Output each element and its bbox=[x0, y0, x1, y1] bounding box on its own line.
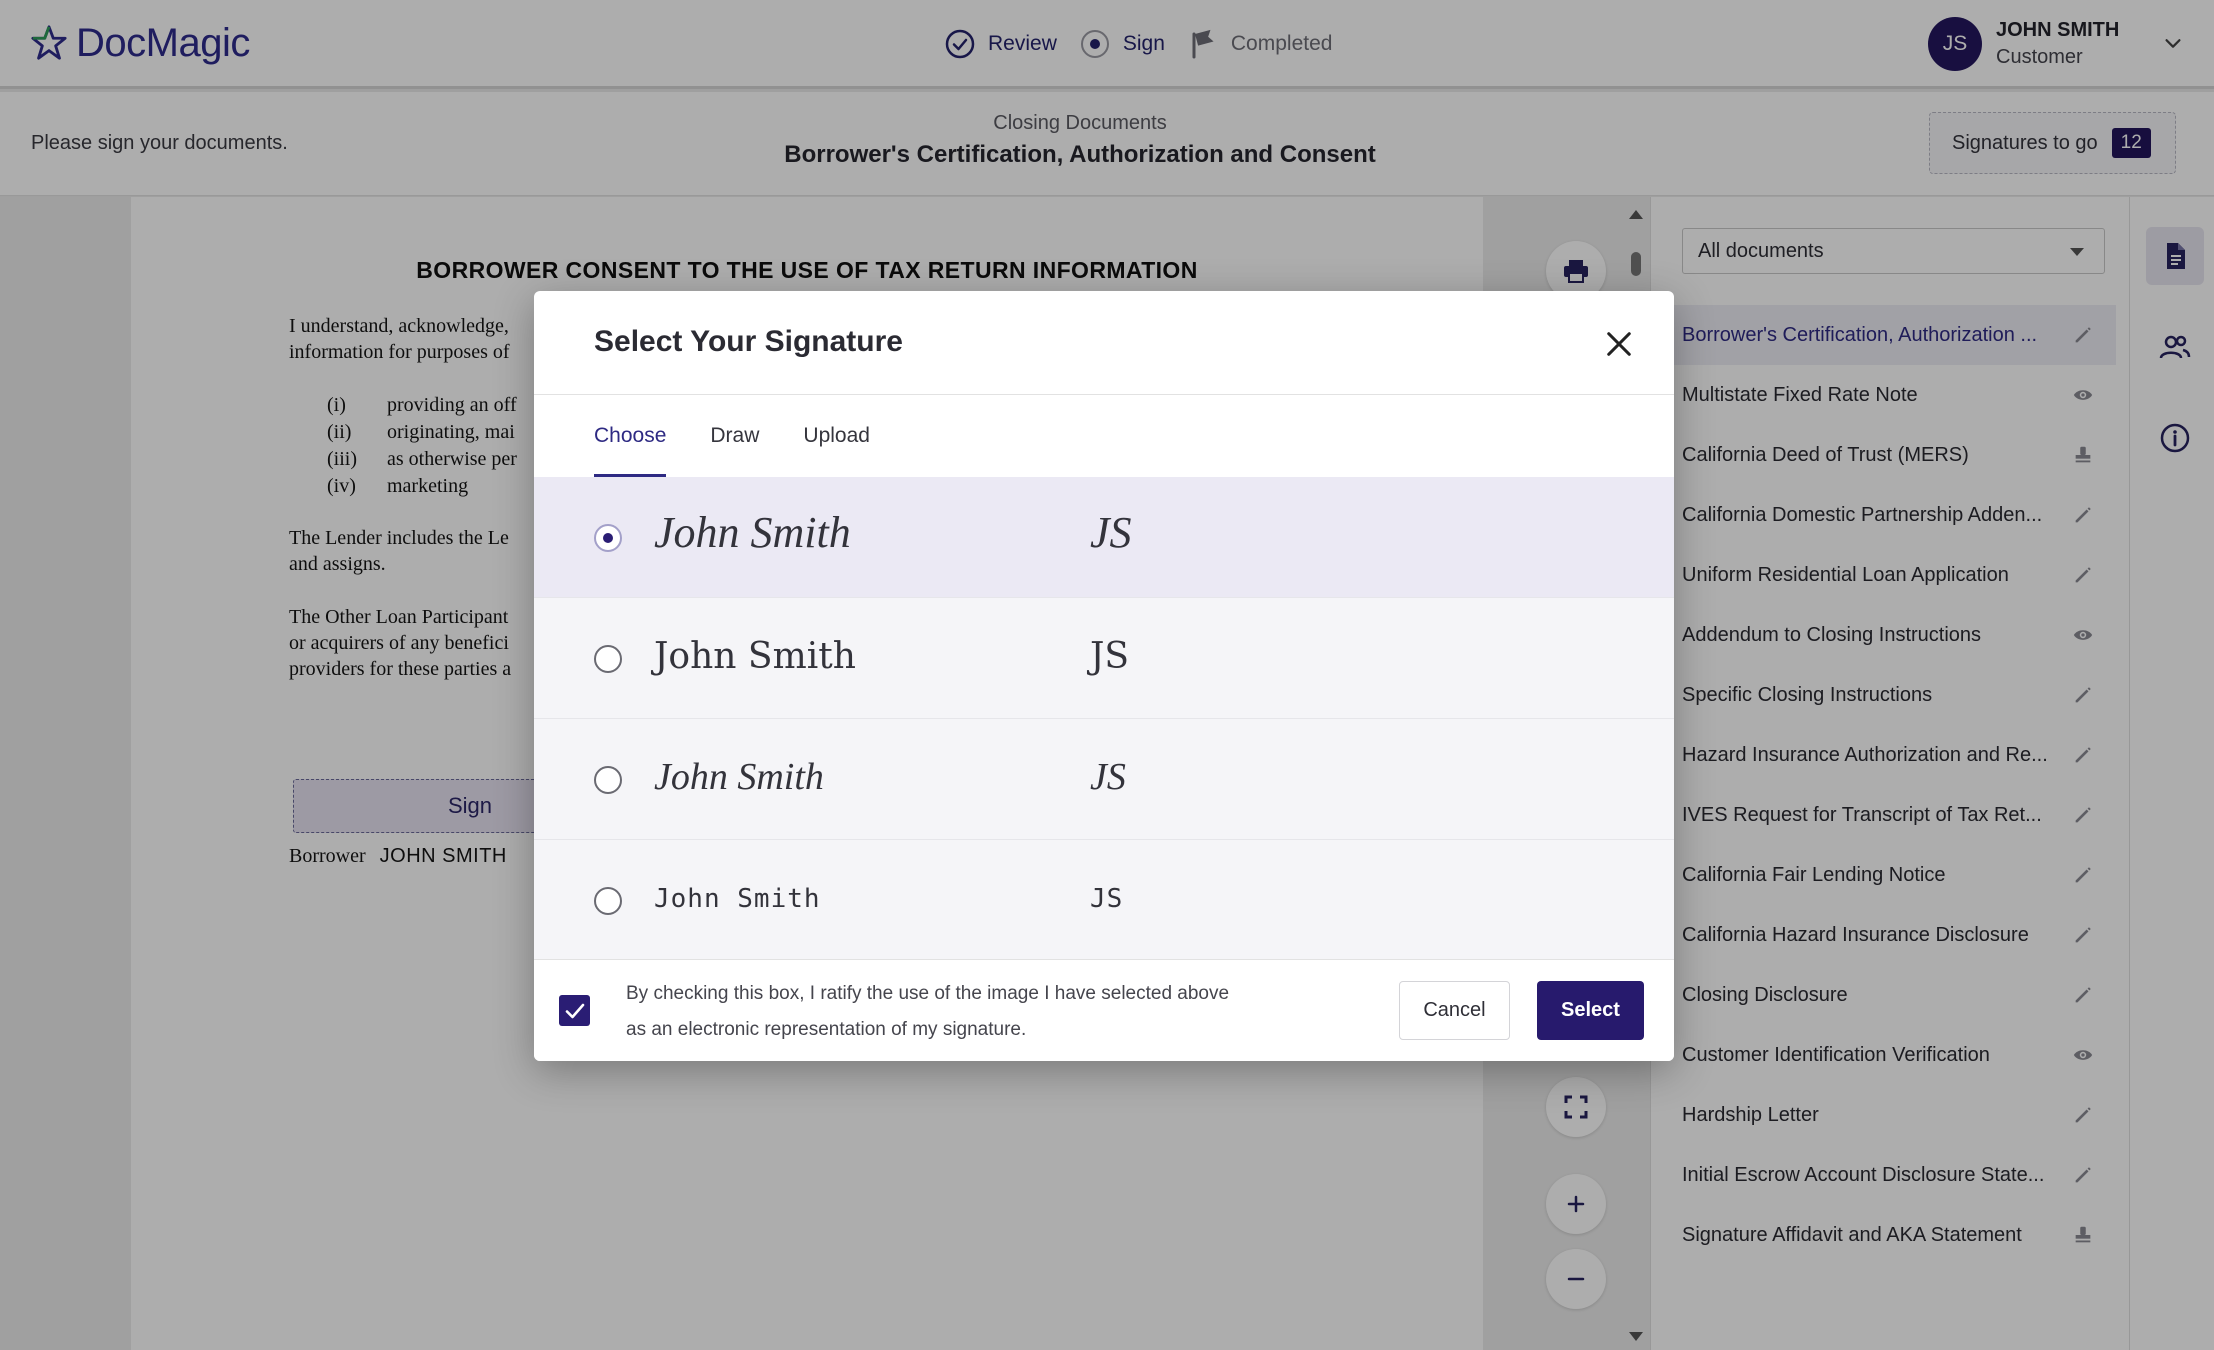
signature-radio[interactable] bbox=[594, 766, 622, 794]
signature-preview: John Smith bbox=[654, 508, 851, 557]
signature-options: John Smith JS John Smith JS John Smith J… bbox=[534, 477, 1674, 961]
ratify-text: By checking this box, I ratify the use o… bbox=[626, 983, 1230, 1040]
signature-radio[interactable] bbox=[594, 645, 622, 673]
signature-radio[interactable] bbox=[594, 524, 622, 552]
close-icon bbox=[1607, 332, 1631, 356]
cancel-button[interactable]: Cancel bbox=[1399, 981, 1510, 1040]
initials-preview: JS bbox=[1090, 884, 1124, 914]
signature-option[interactable]: John Smith JS bbox=[534, 477, 1674, 598]
signature-preview: John Smith bbox=[654, 636, 856, 677]
tab-draw[interactable]: Draw bbox=[710, 395, 759, 477]
ratify-checkbox[interactable] bbox=[559, 995, 590, 1026]
initials-preview: JS bbox=[1090, 636, 1130, 677]
signature-preview: John Smith bbox=[654, 756, 824, 798]
tab-upload[interactable]: Upload bbox=[803, 395, 870, 477]
dialog-footer: By checking this box, I ratify the use o… bbox=[534, 959, 1674, 1061]
initials-preview: JS bbox=[1090, 756, 1126, 798]
dialog-title: Select Your Signature bbox=[594, 325, 903, 358]
select-signature-dialog: Select Your Signature Choose Draw Upload… bbox=[534, 291, 1674, 1061]
tab-choose[interactable]: Choose bbox=[594, 395, 667, 477]
signature-option[interactable]: John Smith JS bbox=[534, 840, 1674, 961]
signature-tabs: Choose Draw Upload bbox=[594, 395, 914, 477]
signature-preview: John Smith bbox=[654, 884, 821, 914]
select-button[interactable]: Select bbox=[1537, 981, 1644, 1040]
signature-radio[interactable] bbox=[594, 887, 622, 915]
close-button[interactable] bbox=[1602, 327, 1636, 361]
checkmark-icon bbox=[565, 1003, 584, 1018]
initials-preview: JS bbox=[1090, 508, 1132, 557]
signature-option[interactable]: John Smith JS bbox=[534, 719, 1674, 840]
signature-option[interactable]: John Smith JS bbox=[534, 598, 1674, 719]
